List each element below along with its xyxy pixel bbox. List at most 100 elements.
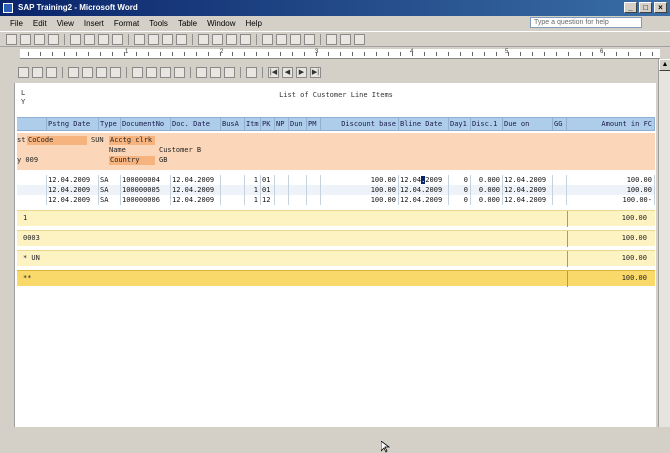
table-cell[interactable]: 12.04.2009 <box>171 175 221 185</box>
table-cell[interactable] <box>553 195 567 205</box>
column-header[interactable]: Dun <box>289 118 307 130</box>
column-header[interactable]: BusA <box>221 118 245 130</box>
table-cell[interactable]: 0.000 <box>471 195 503 205</box>
columns-icon[interactable] <box>326 33 337 45</box>
subtotal-row[interactable]: 1 100.00 <box>17 210 655 227</box>
table-cell[interactable]: 12.04.2009 <box>47 195 99 205</box>
justify-icon[interactable] <box>304 33 315 45</box>
previous-page-icon[interactable]: ◀ <box>282 66 293 78</box>
table-cell[interactable] <box>221 195 245 205</box>
table-cell[interactable]: 0 <box>449 185 471 195</box>
tables-borders-icon[interactable] <box>240 33 251 45</box>
column-header[interactable] <box>17 118 47 130</box>
column-header[interactable]: GG <box>553 118 567 130</box>
table-cell[interactable] <box>289 185 307 195</box>
table-cell[interactable] <box>221 175 245 185</box>
column-header[interactable]: Pstng Date <box>47 118 99 130</box>
subtotal-row[interactable]: * UN 100.00 <box>17 250 655 267</box>
column-header[interactable]: Type <box>99 118 121 130</box>
table-row[interactable]: 12.04.2009 SA 100000004 12.04.2009 1 01 100.00… <box>17 175 655 185</box>
info-icon[interactable] <box>246 66 257 78</box>
table-cell[interactable]: 100000005 <box>121 185 171 195</box>
column-header[interactable]: Discount base <box>321 118 399 130</box>
table-cell[interactable] <box>289 175 307 185</box>
minimize-button[interactable]: _ <box>624 2 637 13</box>
subtotal-row[interactable]: 0003 100.00 <box>17 230 655 247</box>
menu-edit[interactable]: Edit <box>33 19 47 28</box>
table-cell[interactable]: 0.000 <box>471 185 503 195</box>
table-cell[interactable]: 100.00 <box>321 195 399 205</box>
table-cell[interactable]: 12.04.2009 <box>503 185 553 195</box>
grid-icon[interactable] <box>196 66 207 78</box>
table-cell[interactable]: 12.04.2009 <box>47 175 99 185</box>
column-header[interactable]: DocumentNo <box>121 118 171 130</box>
table-cell[interactable]: 12.04.2009 <box>171 185 221 195</box>
column-header[interactable]: Disc.1 <box>471 118 503 130</box>
cut-icon[interactable] <box>134 33 145 45</box>
table-cell[interactable]: 12.04.2009 <box>47 185 99 195</box>
table-cell[interactable]: 0.000 <box>471 175 503 185</box>
export-icon[interactable] <box>110 66 121 78</box>
save-layout-icon[interactable] <box>160 66 171 78</box>
chart-icon[interactable] <box>210 66 221 78</box>
table-cell[interactable] <box>553 185 567 195</box>
save-icon[interactable] <box>34 33 45 45</box>
table-cell[interactable]: SA <box>99 175 121 185</box>
table-cell[interactable] <box>17 195 47 205</box>
menu-window[interactable]: Window <box>207 19 235 28</box>
menu-file[interactable]: File <box>10 19 23 28</box>
open-folder-icon[interactable] <box>20 33 31 45</box>
grand-total-row[interactable]: ** 100.00 <box>17 270 655 287</box>
menu-tools[interactable]: Tools <box>149 19 168 28</box>
table-cell[interactable] <box>17 185 47 195</box>
subtotal-icon[interactable] <box>96 66 107 78</box>
new-document-icon[interactable] <box>6 33 17 45</box>
table-cell[interactable] <box>275 195 289 205</box>
print-icon[interactable] <box>18 66 29 78</box>
last-page-icon[interactable]: ▶| <box>310 66 321 78</box>
table-cell[interactable]: SA <box>99 185 121 195</box>
menu-format[interactable]: Format <box>114 19 139 28</box>
table-cell[interactable]: 0 <box>449 195 471 205</box>
table-cell[interactable] <box>275 175 289 185</box>
help-icon[interactable] <box>354 33 365 45</box>
format-painter-icon[interactable] <box>176 33 187 45</box>
help-search-input[interactable]: Type a question for help <box>530 17 642 28</box>
hyperlink-icon[interactable] <box>226 33 237 45</box>
table-cell[interactable]: 100.00 <box>567 175 655 185</box>
table-cell[interactable] <box>307 175 321 185</box>
undo-icon[interactable] <box>198 33 209 45</box>
next-page-icon[interactable]: ▶ <box>296 66 307 78</box>
research-icon[interactable] <box>112 33 123 45</box>
column-header[interactable]: Amount in FC <box>567 118 655 130</box>
column-header[interactable]: Itm <box>245 118 261 130</box>
column-header[interactable]: Doc. Date <box>171 118 221 130</box>
sort-icon[interactable] <box>68 66 79 78</box>
menu-view[interactable]: View <box>57 19 74 28</box>
table-cell[interactable]: 12.04.2009 <box>399 195 449 205</box>
maximize-button[interactable]: □ <box>639 2 652 13</box>
close-button[interactable]: × <box>654 2 667 13</box>
first-page-icon[interactable]: |◀ <box>268 66 279 78</box>
table-cell[interactable]: 1 <box>245 195 261 205</box>
table-cell[interactable]: 12.04.2009 <box>503 175 553 185</box>
table-cell[interactable] <box>275 185 289 195</box>
menu-insert[interactable]: Insert <box>84 19 104 28</box>
table-cell[interactable]: 100000006 <box>121 195 171 205</box>
table-cell[interactable] <box>307 195 321 205</box>
column-header[interactable]: Bline Date <box>399 118 449 130</box>
table-cell[interactable]: 100000004 <box>121 175 171 185</box>
table-cell[interactable] <box>221 185 245 195</box>
column-header[interactable]: PM <box>307 118 321 130</box>
paste-icon[interactable] <box>162 33 173 45</box>
table-cell[interactable]: 01 <box>261 175 275 185</box>
drawing-icon[interactable] <box>340 33 351 45</box>
align-right-icon[interactable] <box>290 33 301 45</box>
horizontal-ruler[interactable]: 1 2 3 4 5 6 <box>20 49 660 59</box>
table-cell[interactable]: SA <box>99 195 121 205</box>
table-cell[interactable]: 0 <box>449 175 471 185</box>
table-cell[interactable]: 100.00 <box>321 175 399 185</box>
choose-layout-icon[interactable] <box>146 66 157 78</box>
vertical-scrollbar[interactable]: ▲ <box>658 59 670 427</box>
column-header[interactable]: Due on <box>503 118 553 130</box>
